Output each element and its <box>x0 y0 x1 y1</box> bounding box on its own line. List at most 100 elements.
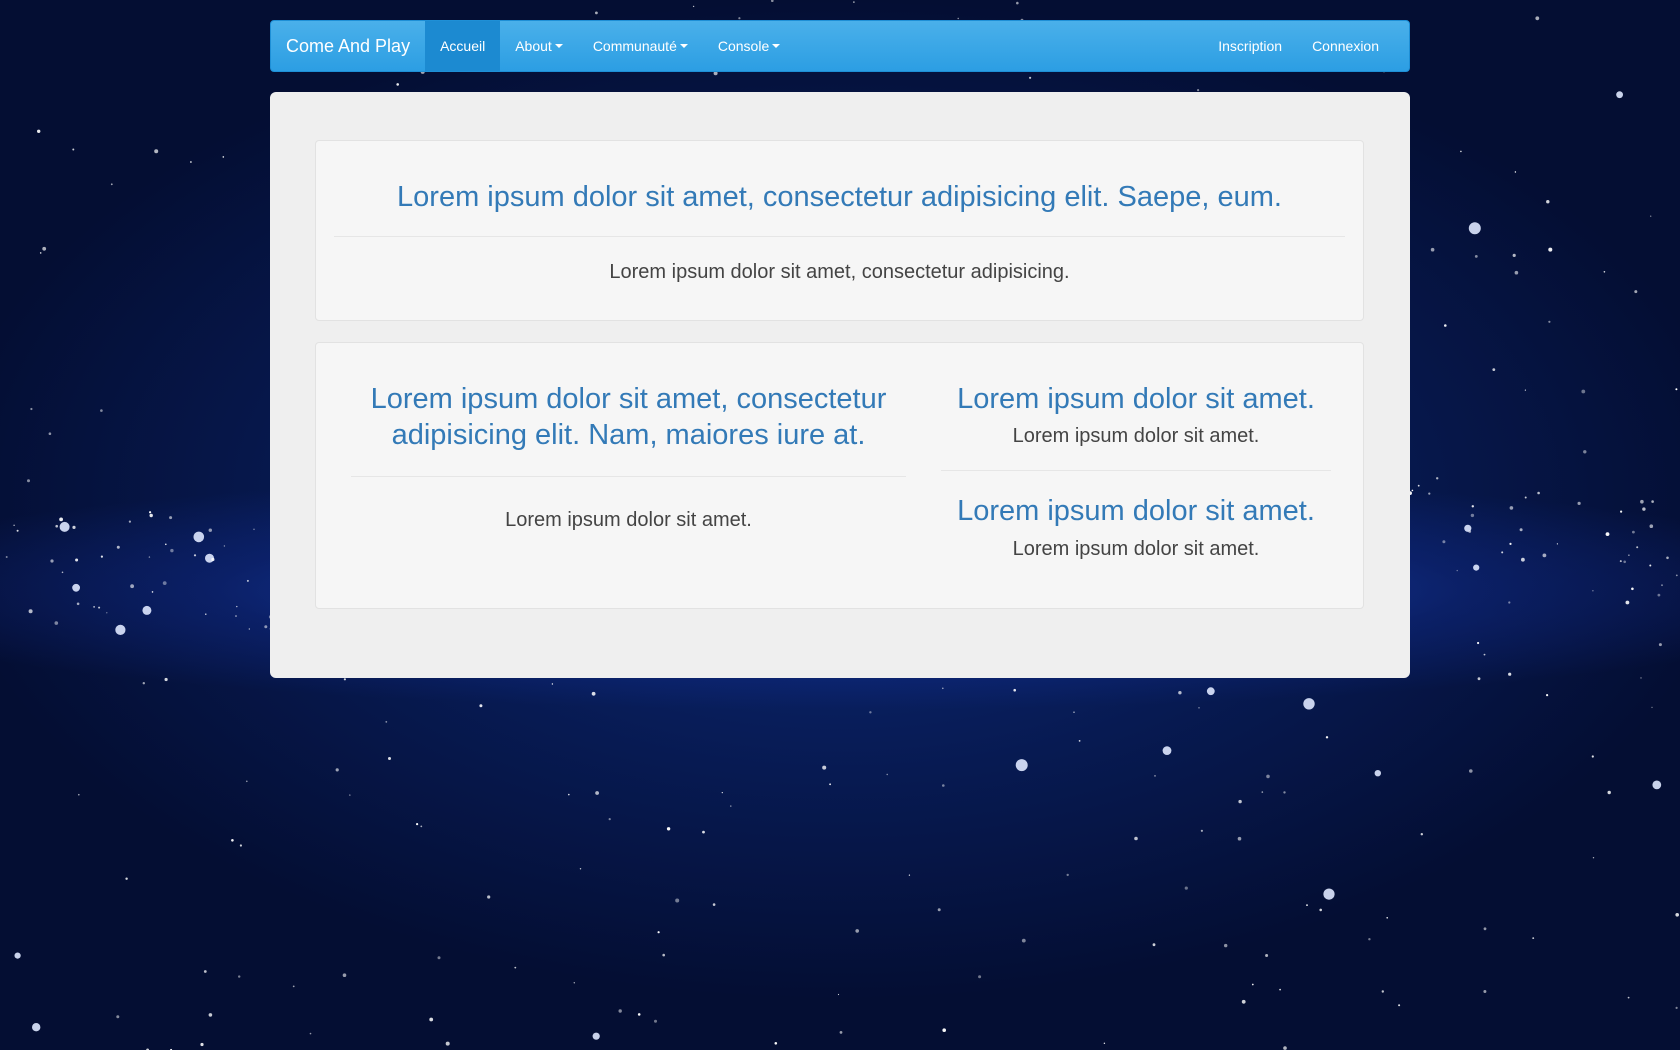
star <box>235 615 237 617</box>
star <box>1430 247 1435 252</box>
star <box>1632 530 1635 534</box>
star <box>1283 1046 1287 1050</box>
star <box>1134 836 1138 841</box>
star <box>1323 888 1335 900</box>
star <box>654 1019 657 1023</box>
divider <box>334 236 1345 237</box>
nav-item-console[interactable]: Console <box>703 21 795 71</box>
star <box>1509 506 1514 510</box>
star <box>869 711 872 714</box>
star <box>98 606 101 609</box>
star <box>236 605 238 608</box>
star <box>1386 917 1388 919</box>
top-navbar: Come And Play Accueil About Communauté C… <box>270 20 1410 72</box>
feature-main-text: Lorem ipsum dolor sit amet. <box>505 508 752 531</box>
star <box>1266 774 1270 779</box>
star <box>231 839 234 842</box>
star <box>1607 790 1611 795</box>
star <box>420 825 423 828</box>
star <box>142 605 152 615</box>
star <box>59 517 63 522</box>
star <box>692 5 695 8</box>
star <box>72 525 76 530</box>
star <box>30 407 33 411</box>
star <box>239 844 242 847</box>
nav-item-about[interactable]: About <box>500 21 578 71</box>
star <box>1577 501 1581 505</box>
star <box>385 721 388 723</box>
star <box>1103 1042 1106 1045</box>
star <box>205 613 207 615</box>
star <box>1649 564 1652 567</box>
nav-item-label: About <box>515 38 552 54</box>
star <box>48 432 52 436</box>
star <box>1162 746 1172 755</box>
star <box>1514 171 1517 173</box>
star <box>1620 510 1623 513</box>
star <box>27 479 30 483</box>
star <box>1464 524 1472 532</box>
star <box>253 528 255 531</box>
star <box>1634 290 1638 294</box>
star <box>1508 601 1511 604</box>
star <box>591 691 596 696</box>
star <box>1548 247 1553 252</box>
star <box>125 877 128 880</box>
star <box>1631 587 1634 591</box>
star <box>55 524 58 528</box>
nav-item-connexion[interactable]: Connexion <box>1297 21 1394 71</box>
nav-item-inscription[interactable]: Inscription <box>1203 21 1297 71</box>
star <box>54 621 59 625</box>
nav-item-accueil[interactable]: Accueil <box>425 21 501 71</box>
star <box>342 973 347 977</box>
nav-item-communaute[interactable]: Communauté <box>578 21 703 71</box>
star <box>445 1041 450 1046</box>
star <box>238 975 241 978</box>
star <box>222 156 225 158</box>
star <box>829 783 831 786</box>
feature-side-title: Lorem ipsum dolor sit amet. <box>957 495 1315 528</box>
star <box>1542 553 1547 558</box>
features-card: Lorem ipsum dolor sit amet, consectetur … <box>315 342 1364 609</box>
star <box>128 520 131 523</box>
star <box>248 628 250 630</box>
star <box>165 543 167 546</box>
star <box>1592 857 1595 859</box>
brand-link[interactable]: Come And Play <box>271 21 425 71</box>
star <box>1477 677 1481 681</box>
star <box>75 558 79 562</box>
star <box>164 677 168 682</box>
star <box>16 529 19 532</box>
star <box>203 970 207 973</box>
star <box>1514 270 1519 275</box>
caret-down-icon <box>554 44 563 48</box>
caret-down-icon <box>679 44 688 48</box>
star <box>1556 543 1558 545</box>
star <box>61 571 64 574</box>
star <box>1013 688 1016 692</box>
star <box>1456 569 1458 572</box>
star <box>771 0 774 2</box>
star <box>1470 513 1475 518</box>
star <box>1436 477 1439 480</box>
star <box>666 827 671 831</box>
star <box>59 521 70 532</box>
star <box>1627 996 1630 999</box>
star <box>50 559 54 563</box>
star <box>1200 829 1203 832</box>
star <box>608 818 611 821</box>
nav-main-menu: Accueil About Communauté Console <box>425 21 795 71</box>
star <box>151 591 154 593</box>
star <box>208 1013 213 1017</box>
star <box>855 929 859 933</box>
star <box>193 531 205 543</box>
caret-down-icon <box>772 44 781 48</box>
nav-item-label: Communauté <box>592 38 677 54</box>
feature-side-text: Lorem ipsum dolor sit amet. <box>1012 537 1260 560</box>
star <box>39 252 42 254</box>
star <box>116 545 120 549</box>
feature-main: Lorem ipsum dolor sit amet, consectetur … <box>351 381 906 532</box>
star <box>42 246 47 251</box>
star <box>162 581 167 585</box>
star <box>309 1032 312 1035</box>
